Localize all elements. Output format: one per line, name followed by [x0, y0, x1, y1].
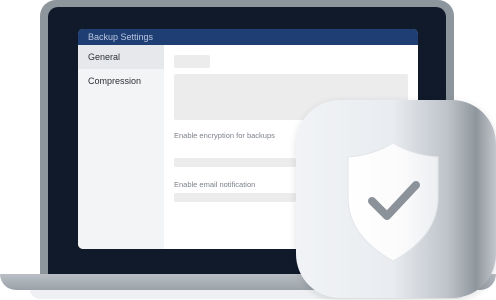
sidebar-item-general[interactable]: General — [78, 45, 164, 69]
placeholder-field-2 — [174, 193, 296, 202]
sidebar: General Compression — [78, 45, 164, 249]
shield-check-icon — [347, 142, 439, 262]
email-notification-label: Enable email notification — [174, 180, 256, 189]
placeholder-heading — [174, 55, 210, 68]
encryption-label: Enable encryption for backups — [174, 131, 275, 140]
sidebar-item-compression[interactable]: Compression — [78, 69, 164, 93]
placeholder-field — [174, 158, 296, 167]
security-badge — [296, 100, 496, 298]
window-title: Backup Settings — [78, 29, 418, 45]
